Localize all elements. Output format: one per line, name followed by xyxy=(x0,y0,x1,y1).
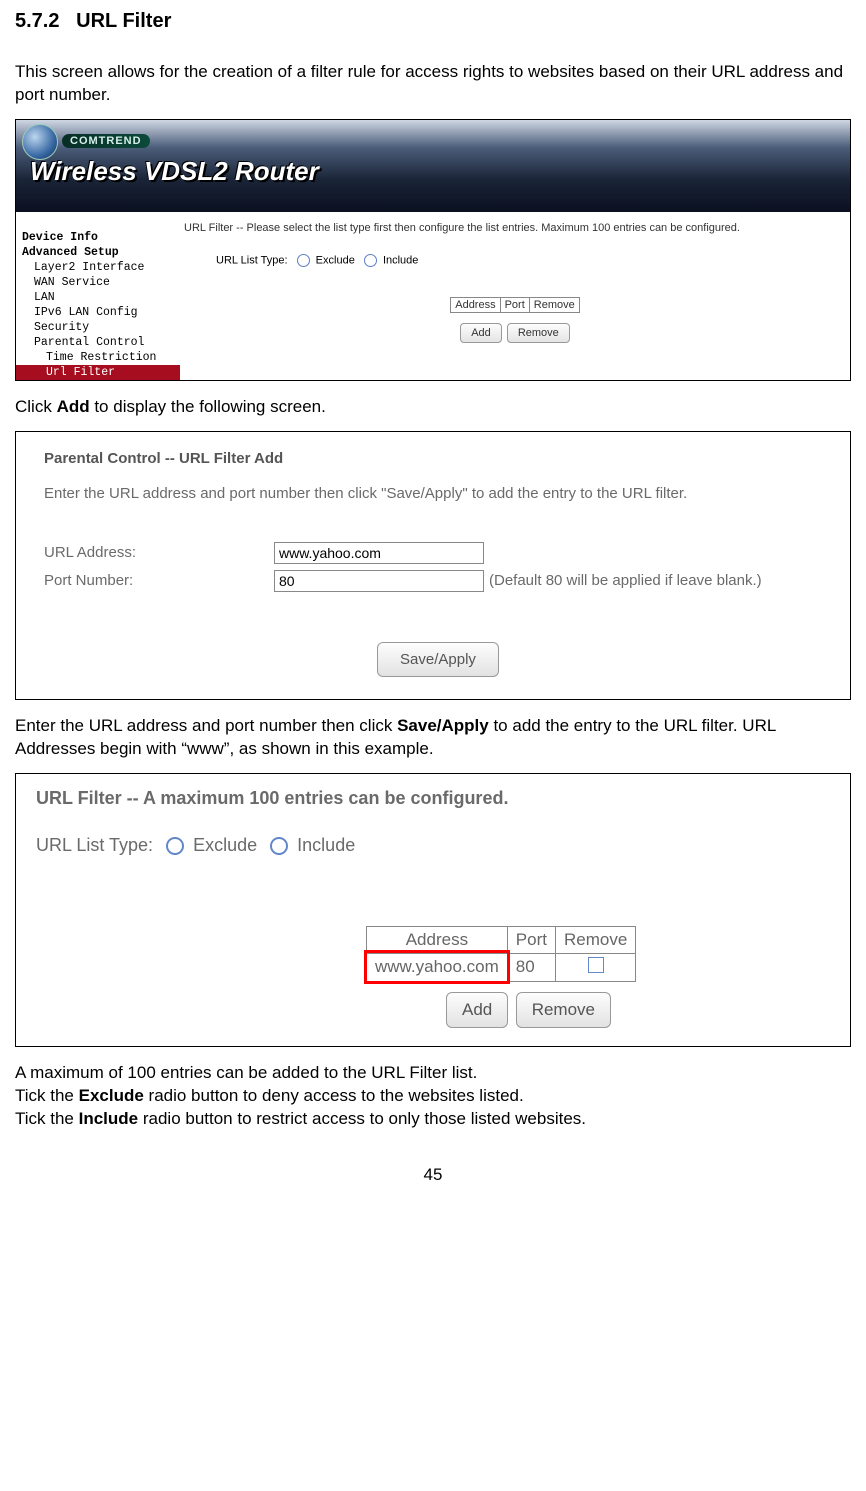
col-remove: Remove xyxy=(529,297,579,312)
sidebar-item-wan[interactable]: WAN Service xyxy=(16,275,180,290)
intro-para: This screen allows for the creation of a… xyxy=(15,61,851,107)
sidebar-item-device-info[interactable]: Device Info xyxy=(16,230,180,245)
page-number: 45 xyxy=(15,1165,851,1185)
url-address-label: URL Address: xyxy=(44,544,274,561)
s3-row-remove-checkbox[interactable] xyxy=(588,957,604,973)
enter-url-para: Enter the URL address and port number th… xyxy=(15,715,851,761)
col-port: Port xyxy=(500,297,529,312)
form-intro: Enter the URL address and port number th… xyxy=(44,485,832,502)
screenshot-url-filter-add: Parental Control -- URL Filter Add Enter… xyxy=(15,431,851,700)
click-add-para: Click Add to display the following scree… xyxy=(15,396,851,419)
s3-title: URL Filter -- A maximum 100 entries can … xyxy=(36,788,836,809)
section-heading: 5.7.2 URL Filter xyxy=(15,10,851,33)
include-para: Tick the Include radio button to restric… xyxy=(15,1108,851,1131)
exclude-label: Exclude xyxy=(316,254,355,266)
form-title: Parental Control -- URL Filter Add xyxy=(44,450,832,467)
screenshot-router-ui: COMTREND Wireless VDSL2 Router Device In… xyxy=(15,119,851,381)
s3-exclude-radio[interactable] xyxy=(166,837,184,855)
heading-number: 5.7.2 xyxy=(15,10,59,32)
s3-include-radio[interactable] xyxy=(270,837,288,855)
sidebar-item-ipv6[interactable]: IPv6 LAN Config xyxy=(16,305,180,320)
sidebar-item-url-filter[interactable]: Url Filter xyxy=(16,365,180,380)
product-title: Wireless VDSL2 Router xyxy=(30,156,319,187)
sidebar-item-parental[interactable]: Parental Control xyxy=(16,335,180,350)
exclude-para: Tick the Exclude radio button to deny ac… xyxy=(15,1085,851,1108)
s3-exclude-label: Exclude xyxy=(193,835,257,855)
sidebar-item-lan[interactable]: LAN xyxy=(16,290,180,305)
s3-col-remove: Remove xyxy=(555,926,635,953)
router-main-panel: URL Filter -- Please select the list typ… xyxy=(180,212,850,380)
sidebar-item-time-restriction[interactable]: Time Restriction xyxy=(16,350,180,365)
brand-label: COMTREND xyxy=(62,134,150,148)
s3-col-address: Address xyxy=(367,926,508,953)
url-address-input[interactable] xyxy=(274,542,484,564)
sidebar-item-layer2[interactable]: Layer2 Interface xyxy=(16,260,180,275)
s3-row-port: 80 xyxy=(507,953,555,981)
globe-icon xyxy=(22,124,58,160)
url-filter-hint: URL Filter -- Please select the list typ… xyxy=(184,222,846,234)
include-label: Include xyxy=(383,254,418,266)
screenshot-url-filter-list: URL Filter -- A maximum 100 entries can … xyxy=(15,773,851,1047)
save-apply-button[interactable]: Save/Apply xyxy=(377,642,499,677)
url-filter-table: Address Port Remove xyxy=(450,297,580,313)
add-button[interactable]: Add xyxy=(460,323,502,343)
router-banner: COMTREND Wireless VDSL2 Router xyxy=(16,120,850,212)
s3-include-label: Include xyxy=(297,835,355,855)
remove-button[interactable]: Remove xyxy=(507,323,570,343)
router-sidebar: Device Info Advanced Setup Layer2 Interf… xyxy=(16,212,180,380)
port-number-input[interactable] xyxy=(274,570,484,592)
include-radio[interactable] xyxy=(364,254,377,267)
sidebar-item-advanced-setup[interactable]: Advanced Setup xyxy=(16,245,180,260)
s3-col-port: Port xyxy=(507,926,555,953)
sidebar-item-security[interactable]: Security xyxy=(16,320,180,335)
url-list-type-label: URL List Type: xyxy=(216,254,288,266)
exclude-radio[interactable] xyxy=(297,254,310,267)
port-number-label: Port Number: xyxy=(44,572,274,589)
s3-url-table: Address Port Remove www.yahoo.com 80 xyxy=(366,926,636,982)
s3-remove-button[interactable]: Remove xyxy=(516,992,611,1028)
s3-add-button[interactable]: Add xyxy=(446,992,508,1028)
s3-list-type-label: URL List Type: xyxy=(36,835,153,855)
max-entries-text: A maximum of 100 entries can be added to… xyxy=(15,1062,851,1085)
heading-text: URL Filter xyxy=(76,10,171,32)
s3-row-address: www.yahoo.com xyxy=(367,953,508,981)
col-address: Address xyxy=(451,297,500,312)
port-hint: (Default 80 will be applied if leave bla… xyxy=(489,572,762,589)
